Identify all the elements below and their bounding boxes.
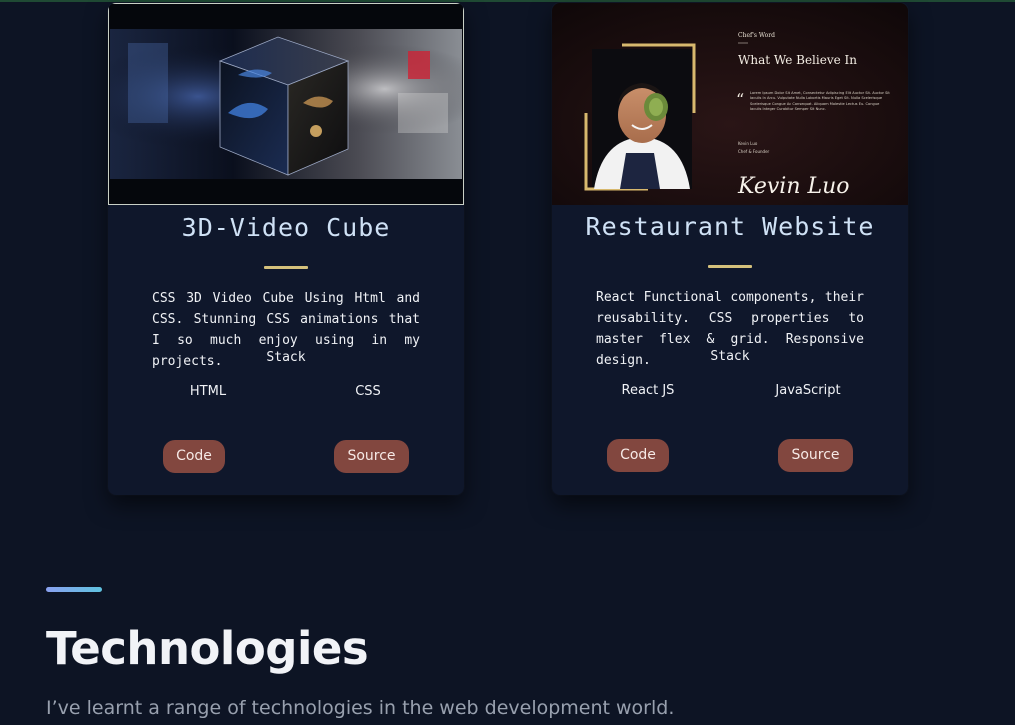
project-title: Restaurant Website bbox=[585, 212, 875, 241]
code-button[interactable]: Code bbox=[607, 439, 669, 472]
code-button[interactable]: Code bbox=[163, 440, 225, 473]
technologies-subtitle: I’ve learnt a range of technologies in t… bbox=[46, 697, 675, 719]
thumb-author: Kevin Luo bbox=[738, 141, 758, 146]
thumb-kicker: Chef's Word bbox=[738, 32, 775, 39]
source-button[interactable]: Source bbox=[334, 440, 409, 473]
technologies-heading: Technologies bbox=[46, 622, 369, 675]
section-accent-bar bbox=[46, 587, 102, 592]
thumb-signature: Kevin Luo bbox=[737, 174, 850, 199]
thumb-body: Lorem Ipsum Dolor Sit Amet, Consectetur … bbox=[750, 91, 890, 112]
top-divider bbox=[0, 0, 1015, 2]
project-card-video-cube: 3D-Video Cube CSS 3D Video Cube Using Ht… bbox=[108, 3, 464, 495]
video-cube-thumbnail bbox=[108, 3, 464, 205]
stack-label: Stack bbox=[710, 349, 750, 364]
thumb-role: Chef & Founder bbox=[738, 149, 770, 154]
stack-item-css: CSS bbox=[355, 384, 381, 399]
stack-label: Stack bbox=[266, 350, 306, 365]
thumb-quote-mark: “ bbox=[736, 90, 744, 109]
stack-item-react: React JS bbox=[621, 383, 675, 398]
title-underline bbox=[708, 265, 752, 268]
source-button[interactable]: Source bbox=[778, 439, 853, 472]
stack-item-html: HTML bbox=[189, 384, 227, 399]
stack-item-javascript: JavaScript bbox=[775, 383, 841, 398]
thumb-heading: What We Believe In bbox=[738, 53, 857, 67]
title-underline bbox=[264, 266, 308, 269]
project-card-restaurant: Chef's Word What We Believe In “ Lorem I… bbox=[552, 3, 908, 495]
project-title: 3D-Video Cube bbox=[181, 213, 391, 242]
restaurant-thumbnail: Chef's Word What We Believe In “ Lorem I… bbox=[552, 3, 908, 205]
